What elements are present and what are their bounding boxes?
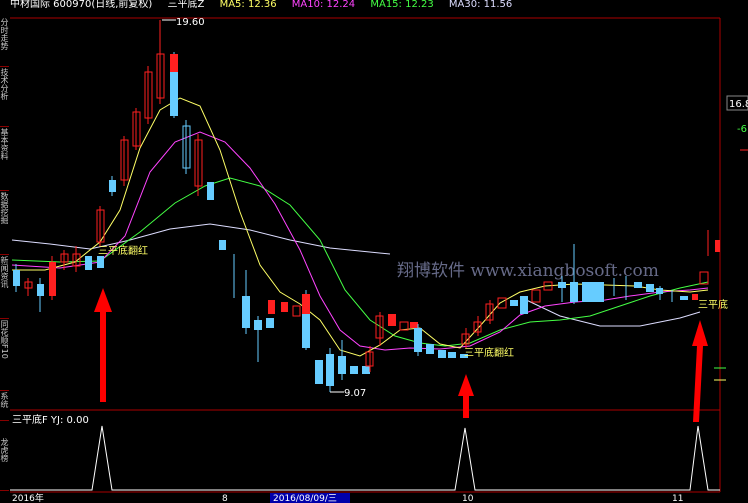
candle: [646, 284, 654, 292]
candle: [170, 54, 178, 72]
axis-tick-3: 11: [672, 494, 683, 503]
low-price-label: 9.07: [344, 388, 366, 399]
signal-arrow-2: [458, 374, 474, 418]
ma30-line-tail: [519, 296, 701, 327]
signal-label-2: 三平底翻红: [464, 346, 514, 359]
candle: [680, 296, 688, 300]
watermark: 翔博软件 www.xiangbosoft.com: [397, 261, 659, 281]
right-axis-value-1: 16.8: [729, 99, 748, 110]
right-axis-value-2: -6: [737, 124, 747, 135]
candle: [326, 354, 334, 386]
candle: [268, 300, 275, 314]
high-price-label: 19.60: [176, 17, 205, 28]
candle: [281, 302, 288, 312]
candle: [531, 289, 541, 303]
candle: [656, 288, 663, 294]
kline-chart[interactable]: 翔博软件 www.xiangbosoft.com 19.60 9.07 三平底翻…: [0, 0, 748, 503]
candle: [242, 296, 250, 328]
candle: [558, 282, 566, 288]
ma5-line: [12, 97, 709, 357]
candle: [219, 240, 226, 250]
candle: [634, 282, 642, 288]
axis-tick-2: 10: [462, 494, 474, 503]
axis-year: 2016年: [12, 492, 44, 503]
candle: [350, 366, 358, 374]
candle: [410, 322, 418, 328]
candle: [170, 72, 178, 116]
signal-spikes: [10, 425, 720, 491]
axis-date: 2016/08/09/三: [273, 494, 337, 503]
candle: [520, 296, 528, 314]
candle: [207, 182, 214, 200]
signal-label-3: 三平底: [698, 298, 728, 311]
axis-tick-1: 8: [222, 494, 228, 503]
signal-arrow-3: [692, 320, 708, 422]
candle: [497, 297, 507, 309]
candle: [266, 318, 274, 328]
candle: [254, 320, 262, 330]
candle: [594, 282, 604, 302]
signal-arrows: [94, 288, 708, 422]
candle: [388, 314, 396, 326]
signal-arrow-1: [94, 288, 112, 402]
candle: [85, 256, 92, 270]
candle: [399, 321, 409, 331]
candle: [426, 344, 434, 354]
candle: [109, 180, 116, 192]
candle: [37, 284, 44, 296]
candle: [302, 294, 310, 314]
candle: [715, 240, 720, 252]
candle: [448, 352, 456, 358]
candle: [582, 282, 594, 302]
ma10-line: [11, 131, 709, 351]
candle: [315, 360, 323, 384]
candle: [414, 328, 422, 352]
candle: [13, 270, 20, 286]
candle: [570, 282, 578, 302]
candle: [338, 356, 346, 374]
candle: [362, 366, 370, 374]
signal-label-1: 三平底翻红: [98, 244, 148, 257]
candle: [292, 305, 301, 317]
ma30-line: [11, 223, 391, 255]
candle: [510, 300, 518, 306]
candle: [97, 256, 104, 268]
sub-panel-title: 三平底F YJ: 0.00: [12, 413, 89, 426]
candles: [13, 20, 720, 392]
candle: [438, 350, 446, 358]
candle: [49, 262, 56, 296]
candle: [302, 314, 310, 348]
